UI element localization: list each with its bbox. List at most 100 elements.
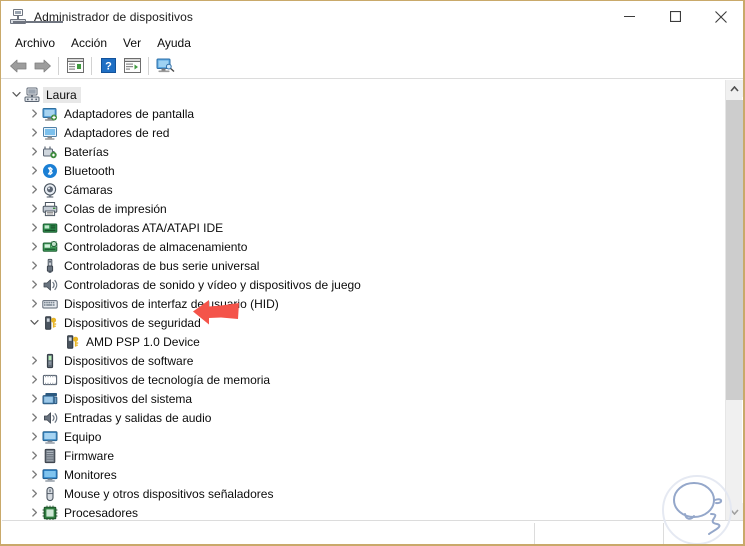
tree-row-dispositivos-del-sistema[interactable]: Dispositivos del sistema <box>2 389 725 408</box>
expand-toggle[interactable] <box>26 104 42 123</box>
chevron-right-icon <box>31 413 37 422</box>
expand-toggle[interactable] <box>26 370 42 389</box>
system-device-icon <box>42 392 58 404</box>
firmware-icon <box>42 448 58 464</box>
help-button[interactable]: ? <box>96 55 120 77</box>
expand-toggle[interactable] <box>26 275 42 294</box>
chevron-right-icon <box>31 223 37 232</box>
tree-row-label: Mouse y otros dispositivos señaladores <box>64 486 274 501</box>
storage-controller-icon <box>42 239 58 255</box>
tree-row-firmware[interactable]: Firmware <box>2 446 725 465</box>
menu-ayuda[interactable]: Ayuda <box>149 34 199 52</box>
memory-device-icon <box>42 374 58 385</box>
expand-toggle[interactable] <box>8 85 24 104</box>
tree-row-procesadores[interactable]: Procesadores <box>2 503 725 520</box>
expand-toggle[interactable] <box>26 256 42 275</box>
tree-row-adaptadores-de-pantalla[interactable]: Adaptadores de pantalla <box>2 104 725 123</box>
tree-row-colas-de-impresi-n[interactable]: Colas de impresión <box>2 199 725 218</box>
display-adapter-icon <box>42 107 57 121</box>
chevron-right-icon <box>31 394 37 403</box>
tree-row-c-maras[interactable]: Cámaras <box>2 180 725 199</box>
expand-toggle[interactable] <box>26 503 42 520</box>
chevron-right-icon <box>31 109 37 118</box>
chevron-right-icon <box>31 242 37 251</box>
tree-row-label: Dispositivos de interfaz de usuario (HID… <box>64 296 279 311</box>
expand-toggle[interactable] <box>26 161 42 180</box>
expand-toggle[interactable] <box>26 465 42 484</box>
show-hidden-devices-button[interactable] <box>120 55 144 77</box>
expand-toggle[interactable] <box>26 389 42 408</box>
mouse-icon <box>42 486 58 502</box>
tree-row-controladoras-de-sonido-y-v-deo-y-dispos[interactable]: Controladoras de sonido y vídeo y dispos… <box>2 275 725 294</box>
expand-toggle[interactable] <box>26 218 42 237</box>
tree-row-controladoras-ata-atapi-ide[interactable]: Controladoras ATA/ATAPI IDE <box>2 218 725 237</box>
chevron-right-icon <box>31 432 37 441</box>
scroll-up-button[interactable] <box>726 80 743 97</box>
chevron-right-icon <box>31 128 37 137</box>
menu-ver[interactable]: Ver <box>115 34 149 52</box>
tree-row-adaptadores-de-red[interactable]: Adaptadores de red <box>2 123 725 142</box>
toolbar: ? <box>1 53 743 79</box>
expand-toggle[interactable] <box>26 313 42 332</box>
expand-toggle[interactable] <box>26 351 42 370</box>
ide-controller-icon <box>42 220 58 236</box>
minimize-button[interactable] <box>606 1 652 32</box>
vertical-scrollbar[interactable] <box>725 80 743 520</box>
tree-row-amd-psp-1-0-device[interactable]: AMD PSP 1.0 Device <box>2 332 725 351</box>
tree-row-equipo[interactable]: Equipo <box>2 427 725 446</box>
device-tree-pane[interactable]: Laura Adaptadores de pantalla Adaptadores … <box>2 80 726 520</box>
scan-hardware-changes-button[interactable] <box>153 55 177 77</box>
tree-row-controladoras-de-bus-serie-universal[interactable]: Controladoras de bus serie universal <box>2 256 725 275</box>
tree-row-label: Controladoras de almacenamiento <box>64 239 248 254</box>
forward-button[interactable] <box>30 55 54 77</box>
tree-row-mouse-y-otros-dispositivos-se-aladores[interactable]: Mouse y otros dispositivos señaladores <box>2 484 725 503</box>
tree-row-controladoras-de-almacenamiento[interactable]: Controladoras de almacenamiento <box>2 237 725 256</box>
chevron-right-icon <box>31 204 37 213</box>
expand-toggle[interactable] <box>26 199 42 218</box>
hid-device-icon <box>42 296 58 312</box>
chevron-right-icon <box>31 470 37 479</box>
tree-row-monitores[interactable]: Monitores <box>2 465 725 484</box>
scrollbar-thumb[interactable] <box>726 100 743 400</box>
menu-archivo[interactable]: Archivo <box>7 34 63 52</box>
tree-row-dispositivos-de-software[interactable]: Dispositivos de software <box>2 351 725 370</box>
expand-toggle[interactable] <box>26 123 42 142</box>
expand-toggle[interactable] <box>26 427 42 446</box>
properties-button[interactable] <box>63 55 87 77</box>
status-divider <box>534 523 535 544</box>
arrow-right-icon <box>34 59 51 72</box>
chevron-right-icon <box>31 489 37 498</box>
scroll-down-button[interactable] <box>726 503 743 520</box>
status-divider <box>743 523 744 544</box>
chevron-down-icon <box>11 91 21 97</box>
expand-toggle[interactable] <box>26 180 42 199</box>
camera-icon <box>43 182 57 198</box>
tree-row-bater-as[interactable]: Baterías <box>2 142 725 161</box>
firmware-icon <box>44 448 56 463</box>
expand-toggle[interactable] <box>26 446 42 465</box>
maximize-button[interactable] <box>652 1 698 32</box>
menu-accion[interactable]: Acción <box>63 34 115 52</box>
tree-row-dispositivos-de-seguridad[interactable]: Dispositivos de seguridad <box>2 313 725 332</box>
expand-toggle[interactable] <box>26 294 42 313</box>
monitor-icon <box>42 468 58 482</box>
expand-toggle[interactable] <box>26 237 42 256</box>
tree-row-label: Entradas y salidas de audio <box>64 410 212 425</box>
close-icon <box>715 10 727 23</box>
processor-icon <box>42 505 58 520</box>
tree-row-dispositivos-de-interfaz-de-usuario-hid[interactable]: Dispositivos de interfaz de usuario (HID… <box>2 294 725 313</box>
tree-row-label: Baterías <box>64 144 109 159</box>
expand-toggle[interactable] <box>26 408 42 427</box>
close-button[interactable] <box>698 1 743 32</box>
tree-row-root[interactable]: Laura <box>2 85 725 104</box>
expand-toggle[interactable] <box>26 142 42 161</box>
svg-text:?: ? <box>105 61 112 73</box>
computer-icon <box>24 87 40 102</box>
tree-row-entradas-y-salidas-de-audio[interactable]: Entradas y salidas de audio <box>2 408 725 427</box>
back-button[interactable] <box>6 55 30 77</box>
ide-controller-icon <box>42 223 58 233</box>
expand-toggle[interactable] <box>26 484 42 503</box>
tree-row-bluetooth[interactable]: Bluetooth <box>2 161 725 180</box>
tree-row-dispositivos-de-tecnolog-a-de-memoria[interactable]: Dispositivos de tecnología de memoria <box>2 370 725 389</box>
toolbar-separator <box>58 56 59 75</box>
